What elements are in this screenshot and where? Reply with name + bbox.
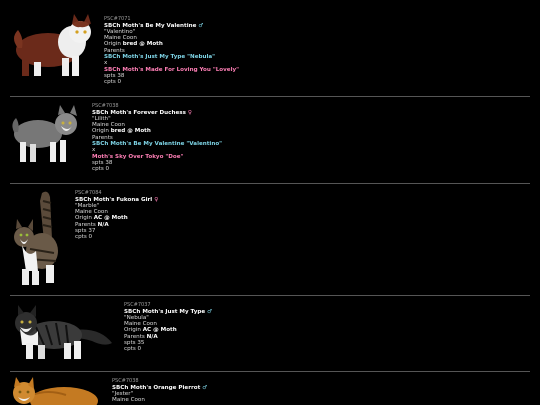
cat-name: SBCh Moth's Fukona Girl bbox=[75, 196, 153, 203]
origin-label: Origin bbox=[124, 327, 141, 334]
cat-name: SBCh Moth's Orange Pierrot bbox=[112, 384, 201, 391]
male-sex-icon: ♂ bbox=[207, 308, 213, 315]
entry-divider bbox=[10, 295, 530, 296]
cat-name: SBCh Moth's Be My Valentine bbox=[104, 22, 197, 29]
origin-label: Origin bbox=[75, 215, 92, 222]
cpts-value: cpts 0 bbox=[75, 234, 93, 241]
entry-divider bbox=[10, 96, 530, 97]
cat-portrait-tabby-white[interactable] bbox=[8, 189, 70, 289]
cat-name: SBCh Moth's Forever Duchess bbox=[92, 109, 186, 116]
parents-value: N/A bbox=[146, 333, 158, 340]
origin-label: Origin bbox=[104, 41, 121, 48]
parents-label: Parents bbox=[124, 333, 145, 340]
origin-value: AC @ Moth bbox=[93, 215, 128, 222]
origin-value: bred @ Moth bbox=[122, 41, 163, 48]
female-sex-icon: ♀ bbox=[154, 196, 159, 203]
origin-label: Origin bbox=[92, 128, 109, 135]
parents-value: N/A bbox=[97, 221, 109, 228]
parents-label: Parents bbox=[75, 221, 96, 228]
origin-value: bred @ Moth bbox=[110, 128, 151, 135]
sire-link[interactable]: SBCh Moth's Be My Valentine "Valentino" bbox=[92, 141, 222, 147]
male-sex-icon: ♂ bbox=[198, 22, 204, 29]
cat-breed: Maine Coon bbox=[112, 397, 145, 404]
female-sex-icon: ♀ bbox=[187, 109, 192, 116]
origin-value: AC @ Moth bbox=[142, 327, 177, 334]
cat-portrait-grey-white[interactable] bbox=[8, 102, 82, 166]
cpts-value: cpts 0 bbox=[104, 79, 122, 86]
entry-divider bbox=[10, 371, 530, 372]
male-sex-icon: ♂ bbox=[202, 384, 208, 391]
entry-divider bbox=[10, 183, 530, 184]
cpts-value: cpts 0 bbox=[124, 346, 142, 353]
cpts-value: cpts 0 bbox=[92, 166, 110, 173]
cat-portrait-black-tabby[interactable] bbox=[8, 301, 116, 363]
dam-link[interactable]: SBCh Moth's Made For Loving You "Lovely" bbox=[104, 67, 239, 73]
cat-portrait-orange-white[interactable] bbox=[8, 377, 100, 405]
cat-portrait-brown-white[interactable] bbox=[8, 14, 100, 80]
cat-name: SBCh Moth's Just My Type bbox=[124, 308, 206, 315]
